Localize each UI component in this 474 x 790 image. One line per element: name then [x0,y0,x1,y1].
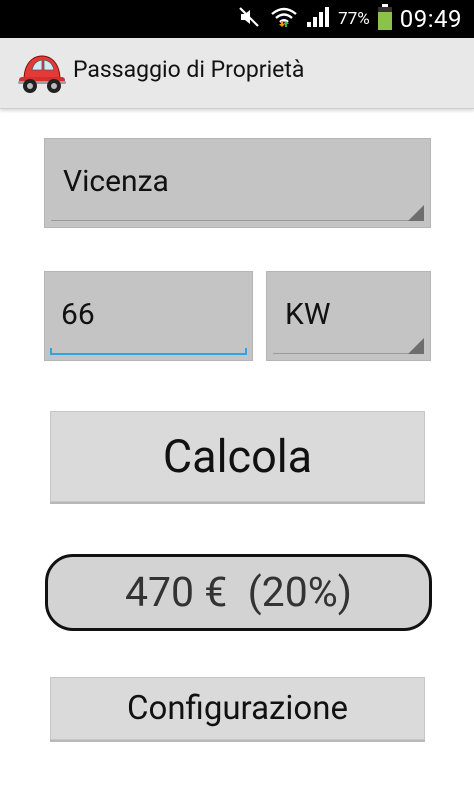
clock: 09:49 [399,5,462,33]
mute-icon [238,6,262,32]
focus-bracket-right [245,348,247,355]
spinner-underline [273,353,424,354]
focus-bracket-left [50,348,52,355]
spinner-underline [51,220,424,221]
wifi-icon [270,5,298,33]
config-label: Configurazione [127,689,348,728]
province-selected: Vicenza [63,164,169,199]
battery-icon [377,4,392,34]
province-spinner[interactable]: Vicenza [44,138,431,228]
power-input[interactable]: 66 [44,271,253,361]
unit-selected: KW [285,297,331,332]
power-value: 66 [61,297,95,332]
result-text: 470 € (20%) [124,568,353,617]
unit-spinner[interactable]: KW [266,271,431,361]
battery-percent: 77% [338,9,370,29]
car-icon[interactable] [16,50,68,96]
dropdown-arrow-icon [408,338,424,354]
status-bar: 77% 09:49 [0,0,474,38]
dropdown-arrow-icon [408,205,424,221]
calculate-label: Calcola [162,430,313,483]
action-bar: Passaggio di Proprietà [0,38,474,109]
result-display: 470 € (20%) [45,554,432,631]
signal-icon [306,6,330,32]
config-button[interactable]: Configurazione [50,677,425,740]
status-icons: 77% 09:49 [238,0,462,38]
input-focus-underline [50,353,247,355]
app-title: Passaggio di Proprietà [73,56,305,83]
calculate-button[interactable]: Calcola [50,411,425,502]
